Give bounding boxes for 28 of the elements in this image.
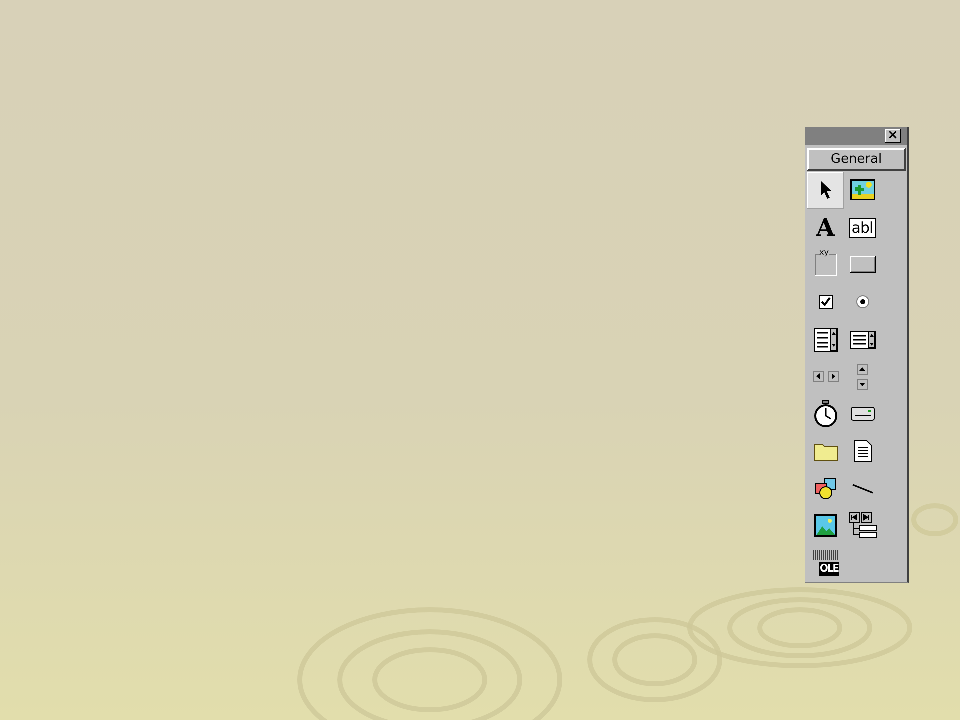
tool-button[interactable]: abl xyxy=(844,209,881,246)
tool-button[interactable] xyxy=(807,172,844,210)
label-glyph: A xyxy=(816,216,835,240)
combo-box-icon xyxy=(814,328,838,352)
shapes-icon xyxy=(814,478,836,500)
list-box-icon xyxy=(850,330,876,349)
tool-button[interactable]: A xyxy=(807,209,844,246)
tool-button[interactable]: xy xyxy=(807,246,844,284)
tool-button[interactable]: OLE xyxy=(807,544,844,582)
vertical-scrollbar-icon xyxy=(857,364,868,390)
image-icon xyxy=(814,514,838,538)
general-tab[interactable]: General xyxy=(807,148,906,171)
frame-glyph: xy xyxy=(820,248,829,257)
data-control-icon xyxy=(848,512,876,540)
stopwatch-icon xyxy=(814,400,838,428)
picture-icon xyxy=(850,179,876,202)
close-button[interactable]: × xyxy=(885,128,901,143)
pointer-arrow-icon xyxy=(818,180,832,200)
textbox-glyph: abl xyxy=(848,218,876,238)
ole-glyph: OLE xyxy=(819,562,840,576)
drive-icon xyxy=(850,407,874,422)
command-button-icon xyxy=(850,256,876,274)
radio-button-icon xyxy=(856,295,870,310)
file-icon xyxy=(854,440,872,462)
horizontal-scrollbar-icon xyxy=(812,371,838,382)
folder-icon xyxy=(814,441,838,462)
line-icon xyxy=(852,484,874,494)
checkbox-icon xyxy=(818,295,832,310)
